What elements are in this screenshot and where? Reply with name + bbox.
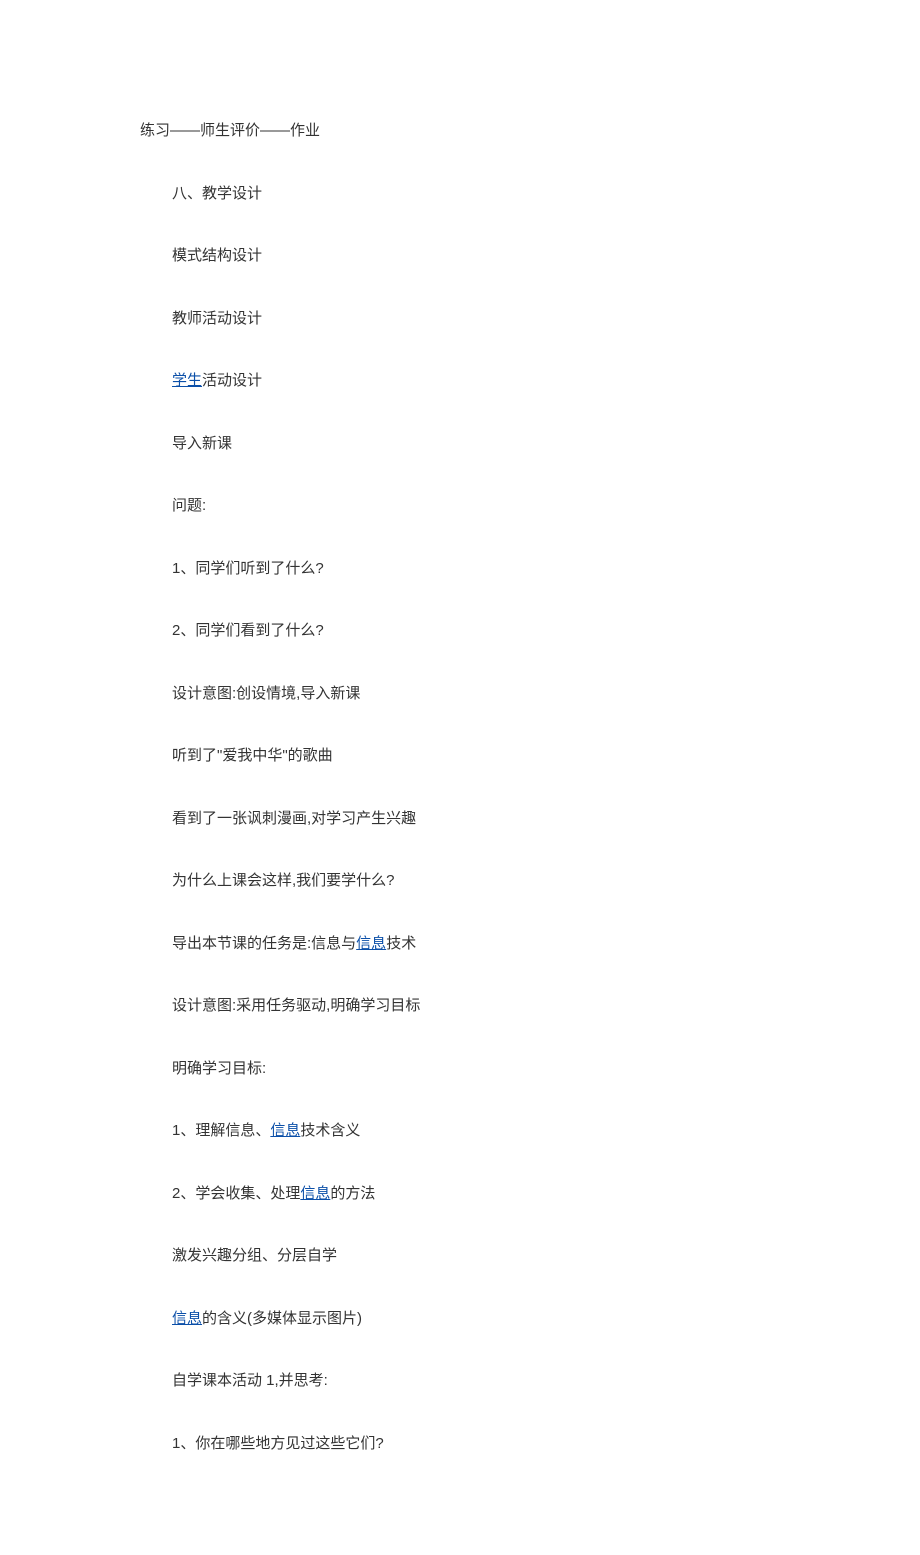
paragraph-line: 导出本节课的任务是:信息与信息技术: [172, 933, 780, 956]
text-span: 设计意图:创设情境,导入新课: [172, 685, 360, 702]
hyperlink[interactable]: 信息: [300, 1185, 330, 1202]
paragraph-line: 1、理解信息、信息技术含义: [172, 1120, 780, 1143]
paragraph-line: 学生活动设计: [172, 370, 780, 393]
text-span: 模式结构设计: [172, 247, 262, 264]
text-span: 设计意图:采用任务驱动,明确学习目标: [172, 997, 420, 1014]
text-span: 导入新课: [172, 435, 232, 452]
paragraph-line: 为什么上课会这样,我们要学什么?: [172, 870, 780, 893]
paragraph-line: 八、教学设计: [172, 183, 780, 206]
paragraph-line: 教师活动设计: [172, 308, 780, 331]
hyperlink[interactable]: 信息: [356, 935, 386, 952]
text-span: 2、学会收集、处理: [172, 1185, 300, 1202]
text-span: 激发兴趣分组、分层自学: [172, 1247, 337, 1264]
paragraph-line: 设计意图:采用任务驱动,明确学习目标: [172, 995, 780, 1018]
text-span: 1、理解信息、: [172, 1122, 270, 1139]
text-span: 技术: [386, 935, 416, 952]
hyperlink[interactable]: 信息: [270, 1122, 300, 1139]
text-span: 看到了一张讽刺漫画,对学习产生兴趣: [172, 810, 416, 827]
text-span: 的含义(多媒体显示图片): [202, 1310, 362, 1327]
text-span: 八、教学设计: [172, 185, 262, 202]
text-span: 活动设计: [202, 372, 262, 389]
paragraph-line: 问题:: [172, 495, 780, 518]
hyperlink[interactable]: 学生: [172, 372, 202, 389]
paragraph-line: 2、同学们看到了什么?: [172, 620, 780, 643]
lines-container: 八、教学设计模式结构设计教师活动设计学生活动设计导入新课问题:1、同学们听到了什…: [140, 183, 780, 1456]
paragraph-line: 看到了一张讽刺漫画,对学习产生兴趣: [172, 808, 780, 831]
paragraph-line: 明确学习目标:: [172, 1058, 780, 1081]
document-content: 练习——师生评价——作业 八、教学设计模式结构设计教师活动设计学生活动设计导入新…: [0, 0, 920, 1555]
paragraph-line: 2、学会收集、处理信息的方法: [172, 1183, 780, 1206]
text-span: 听到了"爱我中华"的歌曲: [172, 747, 333, 764]
text-span: 2、同学们看到了什么?: [172, 622, 324, 639]
first-line: 练习——师生评价——作业: [140, 120, 780, 143]
paragraph-line: 信息的含义(多媒体显示图片): [172, 1308, 780, 1331]
text-span: 教师活动设计: [172, 310, 262, 327]
paragraph-line: 自学课本活动 1,并思考:: [172, 1370, 780, 1393]
text-span: 1、你在哪些地方见过这些它们?: [172, 1435, 384, 1452]
text-span: 自学课本活动 1,并思考:: [172, 1372, 328, 1389]
paragraph-line: 导入新课: [172, 433, 780, 456]
paragraph-line: 激发兴趣分组、分层自学: [172, 1245, 780, 1268]
paragraph-line: 模式结构设计: [172, 245, 780, 268]
text-span: 为什么上课会这样,我们要学什么?: [172, 872, 395, 889]
text-span: 1、同学们听到了什么?: [172, 560, 324, 577]
paragraph-line: 设计意图:创设情境,导入新课: [172, 683, 780, 706]
text-span: 问题:: [172, 497, 206, 514]
paragraph-line: 听到了"爱我中华"的歌曲: [172, 745, 780, 768]
text-span: 技术含义: [300, 1122, 360, 1139]
paragraph-line: 1、你在哪些地方见过这些它们?: [172, 1433, 780, 1456]
text-span: 导出本节课的任务是:信息与: [172, 935, 356, 952]
text-span: 的方法: [330, 1185, 375, 1202]
paragraph-line: 1、同学们听到了什么?: [172, 558, 780, 581]
text-span: 明确学习目标:: [172, 1060, 266, 1077]
text-span: 练习——师生评价——作业: [140, 122, 320, 139]
hyperlink[interactable]: 信息: [172, 1310, 202, 1327]
